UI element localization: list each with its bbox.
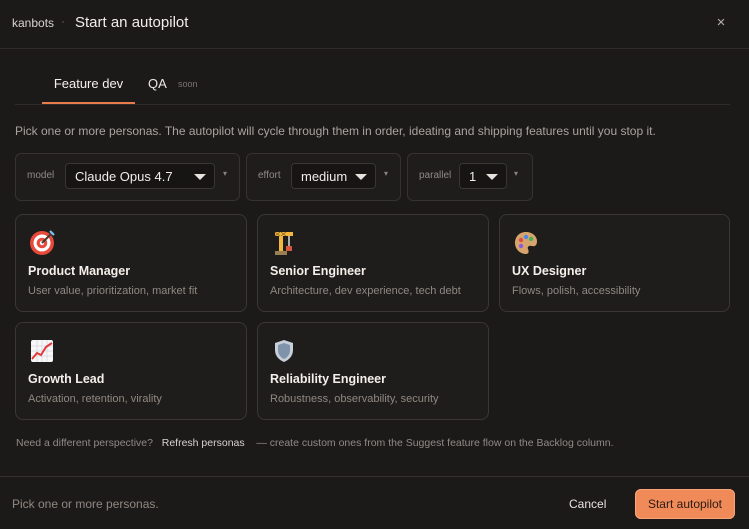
chevron-down-icon <box>194 174 206 180</box>
description: Pick one or more personas. The autopilot… <box>15 124 656 138</box>
effort-more-icon[interactable]: ▾ <box>384 169 388 178</box>
persona-card-product-manager[interactable]: Product Manager User value, prioritizati… <box>15 214 247 312</box>
crane-icon <box>274 231 293 255</box>
persona-name: UX Designer <box>512 264 587 278</box>
model-value: Claude Opus 4.7 <box>75 169 173 184</box>
persona-summary: Flows, polish, accessibility <box>512 285 641 297</box>
persona-summary: Robustness, observability, security <box>270 393 439 405</box>
persona-summary: Architecture, dev experience, tech debt <box>270 285 461 297</box>
title-separator: · <box>61 14 65 28</box>
chevron-down-icon <box>355 174 367 180</box>
target-icon <box>30 230 55 255</box>
parallel-value: 1 <box>469 169 477 184</box>
persona-name: Senior Engineer <box>270 264 366 278</box>
effort-control: effort medium ▾ <box>246 153 401 201</box>
persona-name: Reliability Engineer <box>270 372 387 386</box>
cancel-button[interactable]: Cancel <box>569 497 606 511</box>
persona-card-growth-lead[interactable]: Growth Lead Activation, retention, viral… <box>15 322 247 420</box>
tab-feature-dev[interactable]: Feature dev <box>42 68 135 104</box>
persona-card-ux-designer[interactable]: UX Designer Flows, polish, accessibility <box>499 214 730 312</box>
model-control: model Claude Opus 4.7 ▾ <box>15 153 240 201</box>
chevron-down-icon <box>486 174 498 180</box>
parallel-control: parallel 1 ▾ <box>407 153 533 201</box>
chart-up-icon <box>31 340 53 362</box>
palette-icon <box>515 232 537 254</box>
effort-select[interactable]: medium <box>291 163 376 189</box>
close-icon[interactable]: × <box>712 14 730 32</box>
persona-help-text: Need a different perspective? Refresh pe… <box>16 437 614 449</box>
tab-qa[interactable]: QA <box>148 68 167 102</box>
effort-label: effort <box>258 170 281 181</box>
parallel-label: parallel <box>419 170 452 181</box>
help-prefix: Need a different perspective? <box>16 437 153 449</box>
persona-name: Growth Lead <box>28 372 105 386</box>
refresh-personas-link[interactable]: Refresh personas <box>162 437 245 449</box>
persona-summary: User value, prioritization, market fit <box>28 285 198 297</box>
persona-name: Product Manager <box>28 264 131 278</box>
help-suffix: — create custom ones from the Suggest fe… <box>256 437 614 449</box>
persona-card-reliability-engineer[interactable]: Reliability Engineer Robustness, observa… <box>257 322 489 420</box>
footer-hint: Pick one or more personas. <box>12 497 159 511</box>
dialog-footer: Pick one or more personas. Cancel Start … <box>0 476 749 529</box>
parallel-more-icon[interactable]: ▾ <box>514 169 518 178</box>
persona-card-senior-engineer[interactable]: Senior Engineer Architecture, dev experi… <box>257 214 489 312</box>
parallel-select[interactable]: 1 <box>459 163 507 189</box>
model-select[interactable]: Claude Opus 4.7 <box>65 163 215 189</box>
app-brand: kanbots <box>12 16 55 30</box>
soon-badge: soon <box>178 79 198 89</box>
start-autopilot-button[interactable]: Start autopilot <box>635 489 735 519</box>
dialog-title: Start an autopilot <box>75 14 189 31</box>
dialog-header: kanbots · Start an autopilot × <box>0 0 749 49</box>
model-label: model <box>27 170 55 181</box>
effort-value: medium <box>301 169 348 184</box>
shield-icon <box>275 340 293 362</box>
model-more-icon[interactable]: ▾ <box>223 169 227 178</box>
tab-bar: Feature dev QA soon <box>15 68 730 105</box>
persona-summary: Activation, retention, virality <box>28 393 162 405</box>
